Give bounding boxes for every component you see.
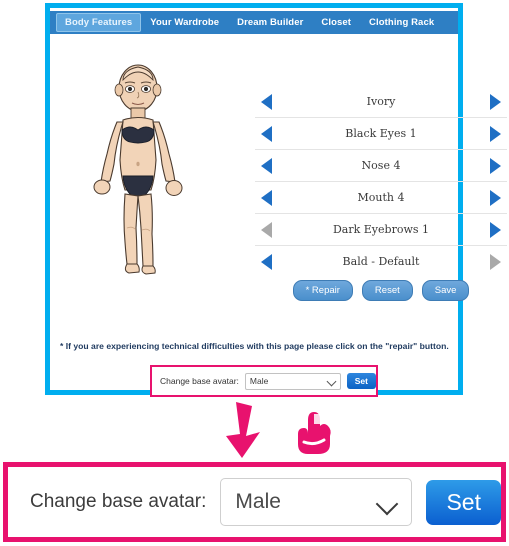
next-arrow-icon [490,253,501,270]
prev-arrow-icon[interactable] [261,93,272,110]
next-arrow-icon[interactable] [490,189,501,206]
tab-dream-builder[interactable]: Dream Builder [228,13,312,32]
avatar-editor-panel: Body Features Your Wardrobe Dream Builde… [45,3,507,397]
chevron-down-icon [376,492,399,516]
repair-footnote-text: * If you are experiencing technical diff… [60,341,449,351]
feature-value: Dark Eyebrows 1 [332,223,430,236]
avatar-figure-image [93,64,183,275]
change-base-avatar-control: Change base avatar: Male Set [150,365,378,397]
next-arrow-icon[interactable] [490,125,501,142]
avatar-preview-area [55,48,240,298]
chevron-down-icon [326,376,337,386]
repair-button[interactable]: * Repair [292,280,353,301]
feature-value: Ivory [366,95,396,108]
magnified-base-avatar-select[interactable]: Male [220,478,413,526]
next-arrow-icon[interactable] [490,157,501,174]
tab-body-features[interactable]: Body Features [56,13,142,32]
prev-arrow-icon[interactable] [261,253,272,270]
prev-arrow-icon[interactable] [261,189,272,206]
feature-row-skin-tone: Ivory [255,86,507,117]
set-button[interactable]: Set [346,373,376,389]
change-base-avatar-label: Change base avatar: [160,376,239,386]
feature-value: Mouth 4 [357,191,405,204]
magnified-base-avatar-selected-value: Male [235,490,281,513]
pointing-hand-icon [298,412,331,454]
down-arrow-icon [226,402,260,458]
base-avatar-select[interactable]: Male [244,372,341,390]
main-tab-bar: Body Features Your Wardrobe Dream Builde… [50,11,458,34]
feature-value: Black Eyes 1 [345,127,417,140]
save-button[interactable]: Save [421,280,470,301]
feature-row-nose: Nose 4 [255,149,507,181]
prev-arrow-icon [261,221,272,238]
feature-row-eyebrows: Dark Eyebrows 1 [255,213,507,245]
magnified-change-base-avatar-label: Change base avatar: [30,491,207,512]
tab-closet[interactable]: Closet [312,13,360,32]
tab-your-wardrobe[interactable]: Your Wardrobe [141,13,228,32]
feature-row-mouth: Mouth 4 [255,181,507,213]
prev-arrow-icon[interactable] [261,125,272,142]
magnified-change-base-avatar-callout: Change base avatar: Male Set [3,462,506,542]
tab-clothing-rack[interactable]: Clothing Rack [360,13,443,32]
next-arrow-icon[interactable] [490,221,501,238]
feature-value: Nose 4 [361,159,401,172]
magnified-set-button[interactable]: Set [426,479,501,525]
next-arrow-icon[interactable] [490,93,501,110]
feature-selector-list: Ivory Black Eyes 1 Nose 4 Mouth 4 Dark E… [255,86,507,277]
feature-value: Bald - Default [342,255,420,268]
base-avatar-selected-value: Male [249,376,269,386]
prev-arrow-icon[interactable] [261,157,272,174]
action-button-group: * Repair Reset Save [255,280,507,301]
reset-button[interactable]: Reset [361,280,413,301]
feature-row-hair: Bald - Default [255,245,507,277]
feature-row-eyes: Black Eyes 1 [255,117,507,149]
